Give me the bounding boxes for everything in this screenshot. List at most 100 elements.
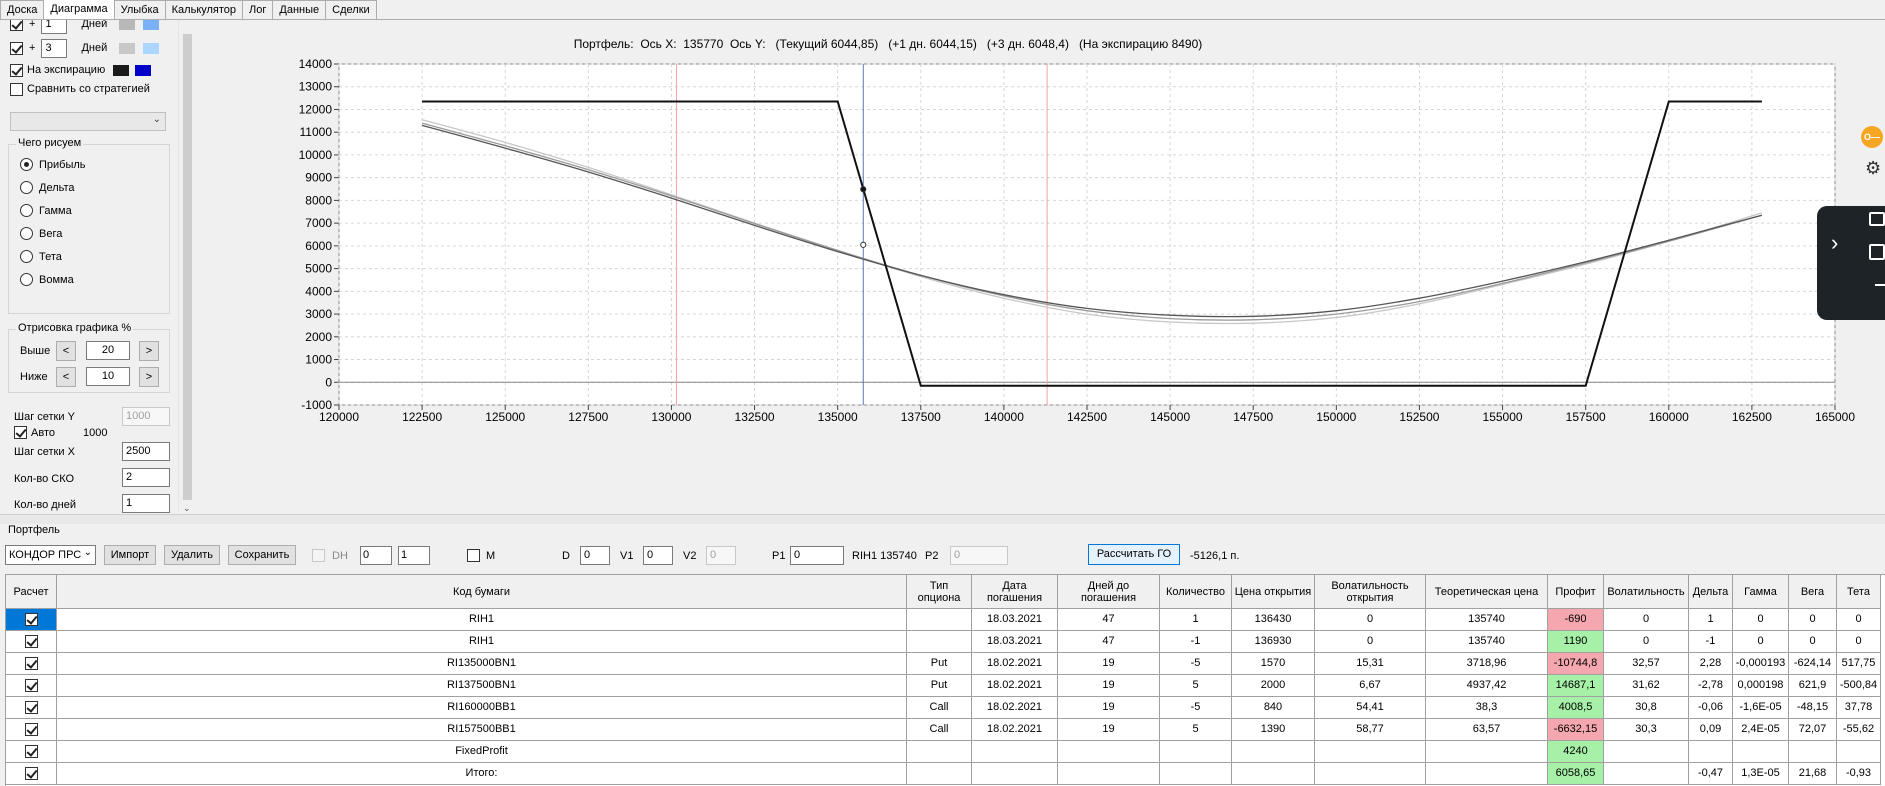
table-cell[interactable]: -0,06: [1689, 697, 1733, 719]
delete-button[interactable]: Удалить: [164, 545, 220, 565]
radio-row-4[interactable]: Тета: [20, 250, 62, 263]
plus3-color1-swatch[interactable]: [119, 42, 136, 54]
calc-checkbox[interactable]: [24, 745, 38, 758]
table-cell[interactable]: -0,000193: [1733, 653, 1789, 675]
column-header-14[interactable]: Тета: [1837, 575, 1881, 609]
table-cell[interactable]: [907, 741, 972, 763]
table-cell[interactable]: RI135000BN1: [57, 653, 907, 675]
table-cell[interactable]: [1689, 741, 1733, 763]
table-cell[interactable]: 0,000198: [1733, 675, 1789, 697]
table-cell[interactable]: 136930: [1232, 631, 1315, 653]
table-cell[interactable]: -624,14: [1789, 653, 1837, 675]
tab-3[interactable]: Калькулятор: [164, 0, 244, 19]
table-cell[interactable]: 840: [1232, 697, 1315, 719]
table-cell[interactable]: [1232, 763, 1315, 785]
table-cell[interactable]: [907, 631, 972, 653]
table-cell[interactable]: 18.02.2021: [972, 697, 1058, 719]
tab-0[interactable]: Доска: [0, 0, 45, 19]
radio-button-1[interactable]: [20, 181, 33, 194]
table-cell[interactable]: [1733, 741, 1789, 763]
table-cell[interactable]: [1058, 763, 1160, 785]
gear-icon[interactable]: ⚙: [1865, 158, 1881, 179]
table-cell[interactable]: 47: [1058, 609, 1160, 631]
column-header-9[interactable]: Профит: [1548, 575, 1604, 609]
plus3-checkbox[interactable]: [10, 41, 23, 55]
table-cell[interactable]: [1232, 741, 1315, 763]
table-cell[interactable]: -55,62: [1837, 719, 1881, 741]
calc-cell[interactable]: [6, 609, 57, 631]
camera-icon[interactable]: [1869, 212, 1885, 226]
table-cell[interactable]: 0: [1733, 609, 1789, 631]
v1-input[interactable]: 0: [643, 546, 673, 565]
table-cell[interactable]: RI137500BN1: [57, 675, 907, 697]
minus-icon[interactable]: [1875, 284, 1885, 286]
calc-cell[interactable]: [6, 675, 57, 697]
table-cell[interactable]: [1058, 741, 1160, 763]
column-header-7[interactable]: Волатильность открытия: [1315, 575, 1426, 609]
table-cell[interactable]: 6,67: [1315, 675, 1426, 697]
table-cell[interactable]: -10744,8: [1548, 653, 1604, 675]
table-cell[interactable]: 6058,65: [1548, 763, 1604, 785]
calc-checkbox[interactable]: [24, 613, 38, 626]
column-header-1[interactable]: Код бумаги: [57, 575, 907, 609]
plus1-color2-swatch[interactable]: [143, 20, 160, 30]
table-cell[interactable]: 1: [1689, 609, 1733, 631]
calc-cell[interactable]: [6, 719, 57, 741]
dh-checkbox[interactable]: [312, 549, 325, 562]
table-cell[interactable]: [1426, 763, 1548, 785]
table-cell[interactable]: [972, 763, 1058, 785]
table-cell[interactable]: Put: [907, 675, 972, 697]
table-cell[interactable]: 2,4E-05: [1733, 719, 1789, 741]
table-cell[interactable]: 32,57: [1604, 653, 1689, 675]
table-cell[interactable]: 1,3E-05: [1733, 763, 1789, 785]
save-button[interactable]: Сохранить: [228, 545, 296, 565]
tab-6[interactable]: Сделки: [325, 0, 377, 19]
table-cell[interactable]: [1315, 741, 1426, 763]
table-cell[interactable]: 0: [1837, 631, 1881, 653]
table-cell[interactable]: RI160000BB1: [57, 697, 907, 719]
column-header-4[interactable]: Дней до погашения: [1058, 575, 1160, 609]
table-cell[interactable]: 4937,42: [1426, 675, 1548, 697]
strategy-select[interactable]: КОНДОР ПРС ⌄: [5, 545, 96, 565]
table-cell[interactable]: 0: [1789, 609, 1837, 631]
table-cell[interactable]: -500,84: [1837, 675, 1881, 697]
radio-button-3[interactable]: [20, 227, 33, 240]
table-cell[interactable]: Put: [907, 653, 972, 675]
table-cell[interactable]: 37,78: [1837, 697, 1881, 719]
v2-input[interactable]: 0: [706, 546, 736, 565]
table-cell[interactable]: 621,9: [1789, 675, 1837, 697]
table-cell[interactable]: 4240: [1548, 741, 1604, 763]
table-cell[interactable]: [1604, 741, 1689, 763]
table-cell[interactable]: 5: [1160, 675, 1232, 697]
expiry-checkbox[interactable]: [10, 63, 23, 77]
table-cell[interactable]: 1570: [1232, 653, 1315, 675]
radio-row-2[interactable]: Гамма: [20, 204, 72, 217]
table-cell[interactable]: [1160, 741, 1232, 763]
table-cell[interactable]: 135740: [1426, 631, 1548, 653]
table-cell[interactable]: -6632,15: [1548, 719, 1604, 741]
expiry-color1-swatch[interactable]: [113, 64, 129, 76]
table-cell[interactable]: 3718,96: [1426, 653, 1548, 675]
tab-1[interactable]: Диаграмма: [43, 0, 115, 19]
table-cell[interactable]: 0: [1315, 631, 1426, 653]
column-header-8[interactable]: Теоретическая цена: [1426, 575, 1548, 609]
table-cell[interactable]: 0: [1733, 631, 1789, 653]
radio-button-2[interactable]: [20, 204, 33, 217]
auto-checkbox[interactable]: [14, 426, 27, 439]
table-cell[interactable]: 2000: [1232, 675, 1315, 697]
sko-input[interactable]: 2: [122, 468, 170, 487]
above-value-input[interactable]: 20: [86, 341, 130, 360]
table-cell[interactable]: -48,15: [1789, 697, 1837, 719]
days-input[interactable]: 1: [122, 494, 170, 513]
plus1-days-input[interactable]: 1: [41, 20, 68, 34]
table-cell[interactable]: 0: [1604, 631, 1689, 653]
radio-row-0[interactable]: Прибыль: [20, 158, 86, 171]
strategy-compare-dropdown[interactable]: ⌄: [10, 112, 166, 131]
table-cell[interactable]: 18.03.2021: [972, 609, 1058, 631]
table-cell[interactable]: 0: [1837, 609, 1881, 631]
table-cell[interactable]: [1837, 741, 1881, 763]
dh-spinner-1[interactable]: 0: [360, 546, 392, 565]
grid-x-input[interactable]: 2500: [122, 442, 170, 461]
p1-input[interactable]: 0: [790, 546, 844, 565]
table-cell[interactable]: 58,77: [1315, 719, 1426, 741]
